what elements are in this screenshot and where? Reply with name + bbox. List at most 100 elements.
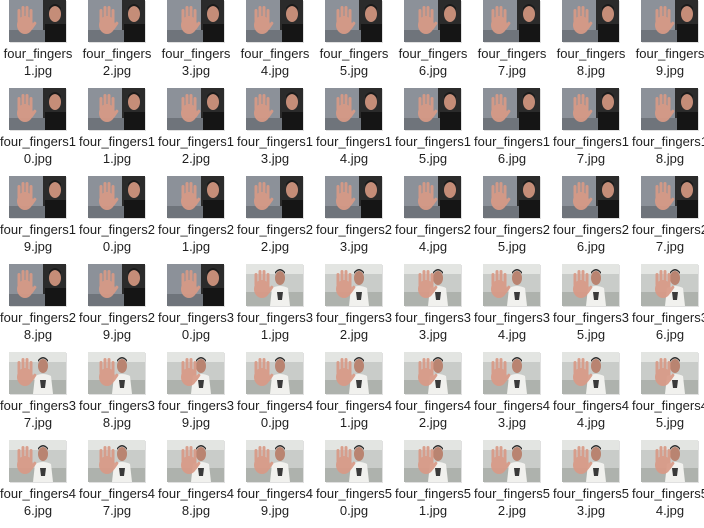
- file-item[interactable]: four_fingers53.jpg: [553, 440, 632, 528]
- file-thumbnail[interactable]: [246, 0, 303, 42]
- file-item[interactable]: four_fingers54.jpg: [632, 440, 704, 528]
- file-item[interactable]: four_fingers40.jpg: [237, 352, 316, 440]
- file-thumbnail[interactable]: [88, 176, 145, 218]
- file-thumbnail[interactable]: [562, 176, 619, 218]
- file-item[interactable]: four_fingers14.jpg: [316, 88, 395, 176]
- file-thumbnail[interactable]: [641, 264, 698, 306]
- file-item[interactable]: four_fingers41.jpg: [316, 352, 395, 440]
- file-item[interactable]: four_fingers37.jpg: [0, 352, 79, 440]
- file-item[interactable]: four_fingers13.jpg: [237, 88, 316, 176]
- file-thumbnail[interactable]: [9, 264, 66, 306]
- file-thumbnail[interactable]: [246, 440, 303, 482]
- file-item[interactable]: four_fingers7.jpg: [474, 0, 553, 88]
- file-item[interactable]: four_fingers16.jpg: [474, 88, 553, 176]
- file-item[interactable]: four_fingers24.jpg: [395, 176, 474, 264]
- file-item[interactable]: four_fingers12.jpg: [158, 88, 237, 176]
- file-item[interactable]: four_fingers20.jpg: [79, 176, 158, 264]
- file-item[interactable]: four_fingers4.jpg: [237, 0, 316, 88]
- file-item[interactable]: four_fingers48.jpg: [158, 440, 237, 528]
- file-thumbnail[interactable]: [483, 88, 540, 130]
- file-item[interactable]: four_fingers8.jpg: [553, 0, 632, 88]
- file-thumbnail[interactable]: [562, 0, 619, 42]
- file-thumbnail[interactable]: [167, 264, 224, 306]
- file-item[interactable]: four_fingers33.jpg: [395, 264, 474, 352]
- file-thumbnail[interactable]: [9, 88, 66, 130]
- file-thumbnail[interactable]: [641, 0, 698, 42]
- file-thumbnail[interactable]: [404, 264, 461, 306]
- file-thumbnail[interactable]: [641, 176, 698, 218]
- file-item[interactable]: four_fingers51.jpg: [395, 440, 474, 528]
- file-item[interactable]: four_fingers11.jpg: [79, 88, 158, 176]
- file-thumbnail[interactable]: [562, 88, 619, 130]
- file-item[interactable]: four_fingers36.jpg: [632, 264, 704, 352]
- file-item[interactable]: four_fingers6.jpg: [395, 0, 474, 88]
- file-item[interactable]: four_fingers34.jpg: [474, 264, 553, 352]
- file-thumbnail[interactable]: [167, 440, 224, 482]
- file-item[interactable]: four_fingers25.jpg: [474, 176, 553, 264]
- file-thumbnail[interactable]: [325, 0, 382, 42]
- file-item[interactable]: four_fingers49.jpg: [237, 440, 316, 528]
- file-thumbnail[interactable]: [483, 352, 540, 394]
- file-item[interactable]: four_fingers46.jpg: [0, 440, 79, 528]
- file-thumbnail[interactable]: [325, 88, 382, 130]
- file-thumbnail[interactable]: [9, 440, 66, 482]
- file-item[interactable]: four_fingers15.jpg: [395, 88, 474, 176]
- file-item[interactable]: four_fingers9.jpg: [632, 0, 704, 88]
- file-thumbnail[interactable]: [325, 264, 382, 306]
- file-item[interactable]: four_fingers35.jpg: [553, 264, 632, 352]
- file-item[interactable]: four_fingers28.jpg: [0, 264, 79, 352]
- file-item[interactable]: four_fingers52.jpg: [474, 440, 553, 528]
- file-thumbnail[interactable]: [167, 176, 224, 218]
- file-thumbnail[interactable]: [404, 0, 461, 42]
- file-thumbnail[interactable]: [246, 264, 303, 306]
- file-item[interactable]: four_fingers10.jpg: [0, 88, 79, 176]
- file-thumbnail[interactable]: [562, 264, 619, 306]
- file-thumbnail[interactable]: [325, 352, 382, 394]
- file-item[interactable]: four_fingers27.jpg: [632, 176, 704, 264]
- file-thumbnail[interactable]: [9, 352, 66, 394]
- file-thumbnail[interactable]: [167, 0, 224, 42]
- file-thumbnail[interactable]: [246, 352, 303, 394]
- file-thumbnail[interactable]: [641, 88, 698, 130]
- file-item[interactable]: four_fingers43.jpg: [474, 352, 553, 440]
- file-thumbnail[interactable]: [88, 440, 145, 482]
- file-item[interactable]: four_fingers47.jpg: [79, 440, 158, 528]
- file-thumbnail[interactable]: [483, 0, 540, 42]
- file-thumbnail[interactable]: [167, 88, 224, 130]
- file-item[interactable]: four_fingers19.jpg: [0, 176, 79, 264]
- file-thumbnail[interactable]: [88, 264, 145, 306]
- file-item[interactable]: four_fingers26.jpg: [553, 176, 632, 264]
- file-thumbnail[interactable]: [246, 88, 303, 130]
- file-item[interactable]: four_fingers38.jpg: [79, 352, 158, 440]
- file-thumbnail[interactable]: [9, 176, 66, 218]
- file-item[interactable]: four_fingers5.jpg: [316, 0, 395, 88]
- file-thumbnail[interactable]: [404, 88, 461, 130]
- file-item[interactable]: four_fingers2.jpg: [79, 0, 158, 88]
- file-thumbnail[interactable]: [404, 440, 461, 482]
- file-item[interactable]: four_fingers44.jpg: [553, 352, 632, 440]
- file-thumbnail[interactable]: [562, 352, 619, 394]
- file-thumbnail[interactable]: [641, 352, 698, 394]
- file-item[interactable]: four_fingers45.jpg: [632, 352, 704, 440]
- file-item[interactable]: four_fingers39.jpg: [158, 352, 237, 440]
- file-thumbnail[interactable]: [483, 440, 540, 482]
- file-thumbnail[interactable]: [404, 352, 461, 394]
- file-thumbnail[interactable]: [88, 0, 145, 42]
- file-item[interactable]: four_fingers3.jpg: [158, 0, 237, 88]
- file-thumbnail[interactable]: [9, 0, 66, 42]
- file-item[interactable]: four_fingers32.jpg: [316, 264, 395, 352]
- file-thumbnail[interactable]: [167, 352, 224, 394]
- file-item[interactable]: four_fingers22.jpg: [237, 176, 316, 264]
- file-thumbnail[interactable]: [88, 352, 145, 394]
- file-thumbnail[interactable]: [483, 176, 540, 218]
- file-item[interactable]: four_fingers42.jpg: [395, 352, 474, 440]
- file-thumbnail[interactable]: [325, 176, 382, 218]
- file-thumbnail[interactable]: [325, 440, 382, 482]
- file-item[interactable]: four_fingers17.jpg: [553, 88, 632, 176]
- file-thumbnail[interactable]: [88, 88, 145, 130]
- file-thumbnail[interactable]: [562, 440, 619, 482]
- file-thumbnail[interactable]: [246, 176, 303, 218]
- file-thumbnail[interactable]: [641, 440, 698, 482]
- file-item[interactable]: four_fingers1.jpg: [0, 0, 79, 88]
- file-thumbnail[interactable]: [404, 176, 461, 218]
